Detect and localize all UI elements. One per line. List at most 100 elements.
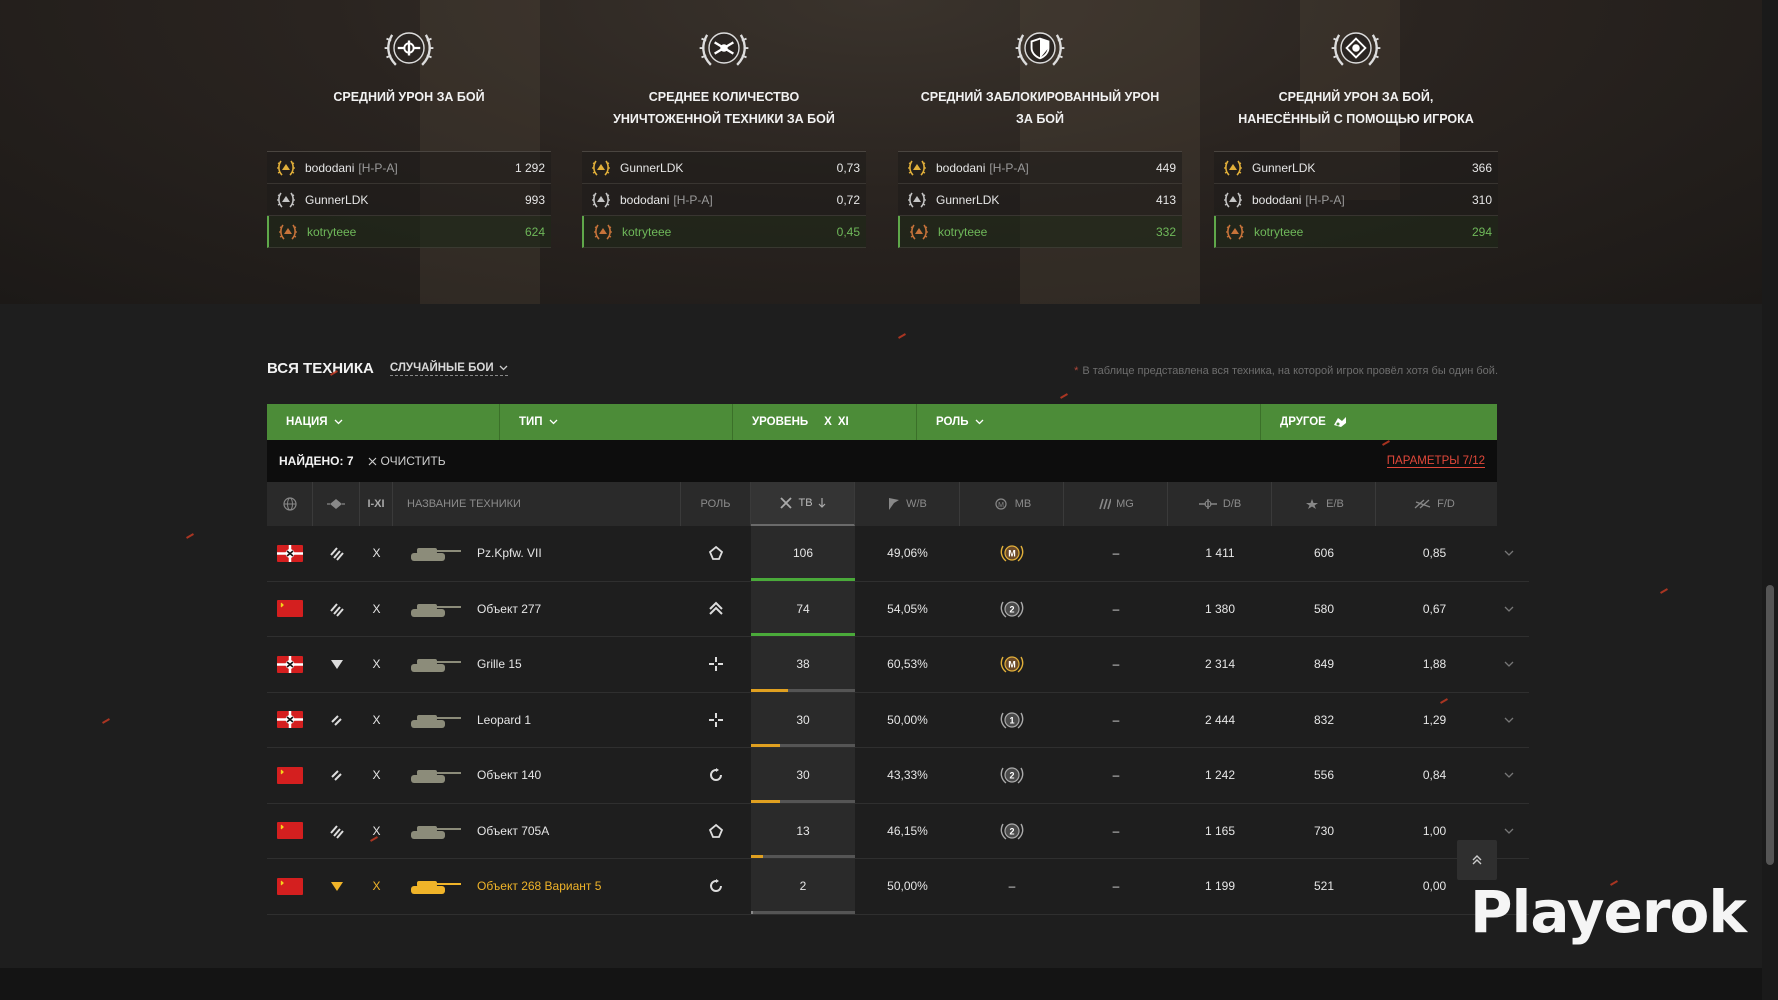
params-link[interactable]: ПАРАМЕТРЫ 7/12: [1386, 455, 1485, 468]
page-scrollbar[interactable]: [1762, 0, 1778, 1000]
battles-cell: 30: [751, 748, 855, 803]
vehicle-name[interactable]: Pz.Kpfw. VII: [477, 546, 542, 560]
player-name[interactable]: GunnerLDK: [305, 193, 368, 207]
player-clan[interactable]: [H-P-A]: [1305, 193, 1344, 207]
col-mg[interactable]: MG: [1064, 482, 1168, 526]
col-tier[interactable]: I-XI: [360, 482, 393, 526]
expand-row-button[interactable]: [1493, 637, 1525, 692]
ussr-flag-icon: [277, 766, 303, 784]
table-row[interactable]: X Объект 140 30 43,33% 2 – 1 242 556 0,84: [267, 748, 1529, 804]
double-chevron-up-icon: [1472, 855, 1482, 865]
expand-row-button[interactable]: [1493, 582, 1525, 637]
vehicle-name[interactable]: Объект 705А: [477, 824, 549, 838]
filter-role[interactable]: РОЛЬ: [917, 404, 1261, 440]
damage-icon: [1198, 499, 1217, 509]
filter-level[interactable]: УРОВЕНЬ X XI: [733, 404, 917, 440]
player-name[interactable]: bododani: [620, 193, 669, 207]
player-value: 0,73: [836, 160, 860, 175]
table-row[interactable]: X Pz.Kpfw. VII 106 49,06% M – 1 411 606 0,85: [267, 526, 1529, 582]
leaderboard-row[interactable]: GunnerLDK 0,73: [582, 152, 866, 184]
col-battles[interactable]: ТВ: [751, 482, 855, 526]
col-winrate[interactable]: W/B: [855, 482, 960, 526]
clear-filters-button[interactable]: ОЧИСТИТЬ: [368, 454, 446, 468]
player-name[interactable]: bododani: [305, 161, 354, 175]
player-name[interactable]: bododani: [1252, 193, 1301, 207]
col-type[interactable]: [313, 482, 360, 526]
vehicle-name-cell[interactable]: Leopard 1: [393, 693, 681, 748]
tank-image: [411, 770, 461, 784]
mastery-cell: M: [960, 637, 1064, 692]
battle-mode-dropdown[interactable]: СЛУЧАЙНЫЕ БОИ: [389, 362, 508, 376]
col-exp[interactable]: E/B: [1272, 482, 1376, 526]
expand-row-button[interactable]: [1493, 693, 1525, 748]
vehicle-name-cell[interactable]: Объект 140: [393, 748, 681, 803]
nation-cell: [267, 526, 313, 581]
player-name[interactable]: GunnerLDK: [936, 193, 999, 207]
filter-level-xi[interactable]: XI: [838, 416, 849, 428]
leaderboard-row[interactable]: bododani [H-P-A] 449: [898, 152, 1182, 184]
player-clan[interactable]: [H-P-A]: [673, 193, 712, 207]
vehicle-name-cell[interactable]: Объект 277: [393, 582, 681, 637]
player-name[interactable]: kotryteee: [622, 225, 671, 239]
vehicle-name-cell[interactable]: Объект 705А: [393, 804, 681, 859]
filter-type[interactable]: ТИП: [500, 404, 733, 440]
svg-text:2: 2: [1009, 604, 1014, 614]
stat-leaderboard: GunnerLDK 0,73 bododani [H-P-A] 0,72 kotrytee…: [582, 151, 866, 248]
leaderboard-row[interactable]: GunnerLDK 366: [1214, 152, 1498, 184]
winrate-cell: 60,53%: [887, 657, 928, 672]
leaderboard-row[interactable]: kotryteee 332: [898, 216, 1182, 248]
col-frags[interactable]: F/D: [1376, 482, 1493, 526]
leaderboard-row[interactable]: kotryteee 0,45: [582, 216, 866, 248]
filter-level-x[interactable]: X: [824, 416, 832, 428]
player-name[interactable]: kotryteee: [1254, 225, 1303, 239]
table-row[interactable]: X Объект 268 Вариант 5 2 50,00% – –1 199 521 0,…: [267, 859, 1529, 915]
leaderboard-row[interactable]: GunnerLDK 413: [898, 184, 1182, 216]
vehicle-name[interactable]: Объект 140: [477, 768, 541, 782]
player-name[interactable]: bododani: [936, 161, 985, 175]
filter-nation[interactable]: НАЦИЯ: [267, 404, 500, 440]
player-name[interactable]: kotryteee: [938, 225, 987, 239]
col-nation[interactable]: [267, 482, 313, 526]
table-row[interactable]: X Объект 705А 13 46,15% 2–1 165 730 1,00: [267, 803, 1529, 859]
leaderboard-row[interactable]: kotryteee 294: [1214, 216, 1498, 248]
vehicle-name[interactable]: Объект 268 Вариант 5: [477, 879, 601, 893]
vehicle-name[interactable]: Grille 15: [477, 657, 522, 671]
tier-cell: X: [372, 601, 381, 616]
scrollbar-thumb[interactable]: [1766, 585, 1774, 865]
leaderboard-row[interactable]: bododani [H-P-A] 1 292: [267, 152, 551, 184]
spg-icon: [330, 882, 343, 892]
col-name[interactable]: НАЗВАНИЕ ТЕХНИКИ: [393, 482, 681, 526]
leaderboard-row[interactable]: kotryteee 624: [267, 216, 551, 248]
col-damage[interactable]: D/B: [1168, 482, 1272, 526]
expand-row-button[interactable]: [1493, 748, 1525, 803]
leaderboard-row[interactable]: bododani [H-P-A] 0,72: [582, 184, 866, 216]
vehicle-name-cell[interactable]: Grille 15: [393, 637, 681, 692]
expand-row-button[interactable]: [1493, 526, 1525, 581]
battles-bar-fill: [751, 799, 781, 803]
vehicle-name[interactable]: Leopard 1: [477, 713, 531, 727]
frags-cell: 0,85: [1422, 546, 1447, 561]
table-row[interactable]: X Grille 15 38 60,53% M – 2 314 849 1,88: [267, 637, 1529, 693]
leaderboard-row[interactable]: GunnerLDK 993: [267, 184, 551, 216]
player-name[interactable]: GunnerLDK: [620, 161, 683, 175]
col-role[interactable]: РОЛЬ: [681, 482, 751, 526]
table-row[interactable]: X Leopard 1 30 50,00% 1 – 2 444 832 1,29: [267, 692, 1529, 748]
player-clan[interactable]: [H-P-A]: [358, 161, 397, 175]
filter-other[interactable]: ДРУГОЕ: [1261, 404, 1497, 440]
frags-icon: [699, 32, 749, 66]
player-clan[interactable]: [H-P-A]: [989, 161, 1028, 175]
player-name[interactable]: kotryteee: [307, 225, 356, 239]
ussr-flag-icon: [277, 877, 303, 895]
vehicle-name[interactable]: Объект 277: [477, 602, 541, 616]
col-mastery[interactable]: M MB: [960, 482, 1064, 526]
player-name[interactable]: GunnerLDK: [1252, 161, 1315, 175]
table-row[interactable]: X Объект 277 74 54,05% 2 – 1 380 580 0,67: [267, 581, 1529, 637]
svg-text:M: M: [1008, 660, 1016, 670]
scroll-top-button[interactable]: [1457, 840, 1497, 880]
leaderboard-row[interactable]: bododani [H-P-A] 310: [1214, 184, 1498, 216]
vehicle-name-cell[interactable]: Pz.Kpfw. VII: [393, 526, 681, 581]
vehicle-name-cell[interactable]: Объект 268 Вариант 5: [393, 859, 681, 914]
expand-row-button[interactable]: [1493, 804, 1525, 859]
chevron-down-icon: [549, 419, 558, 425]
role-cell: [681, 526, 751, 581]
